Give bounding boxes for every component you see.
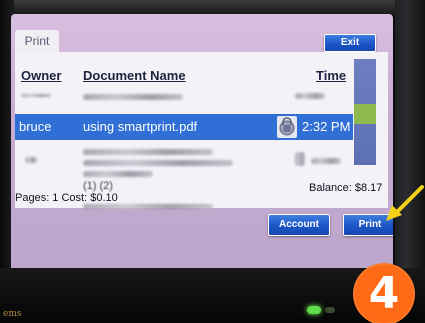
scrollbar-thumb[interactable] xyxy=(354,104,376,124)
table-row[interactable] xyxy=(83,204,213,209)
pointer-arrow-icon xyxy=(386,185,424,221)
column-header-document[interactable]: Document Name xyxy=(83,68,186,83)
table-row-selected[interactable]: bruce using smartprint.pdf 2:32 PM xyxy=(15,114,353,140)
row-time: 2:32 PM xyxy=(302,119,351,134)
row-document-name-partial: (1) (2) xyxy=(83,180,113,192)
account-button[interactable]: Account xyxy=(268,214,330,236)
column-header-owner[interactable]: Owner xyxy=(21,68,61,83)
row-owner: bruce xyxy=(19,119,52,134)
tab-print[interactable]: Print xyxy=(15,30,59,52)
status-led xyxy=(325,307,335,313)
step-number-badge: 4 xyxy=(355,265,413,323)
lock-icon xyxy=(277,116,297,138)
column-header-time[interactable]: Time xyxy=(316,68,346,83)
balance-label: Balance: $8.17 xyxy=(309,182,383,194)
monitor-bezel-top xyxy=(0,0,425,14)
print-release-screen: Print Exit Owner Document Name Time bruc… xyxy=(11,14,393,268)
power-led xyxy=(307,306,321,314)
bezel-label: ems xyxy=(3,309,22,319)
pages-cost-label: Pages: 1 Cost: $0.10 xyxy=(15,192,118,204)
row-document-name: using smartprint.pdf xyxy=(83,119,198,134)
exit-button[interactable]: Exit xyxy=(324,34,376,52)
